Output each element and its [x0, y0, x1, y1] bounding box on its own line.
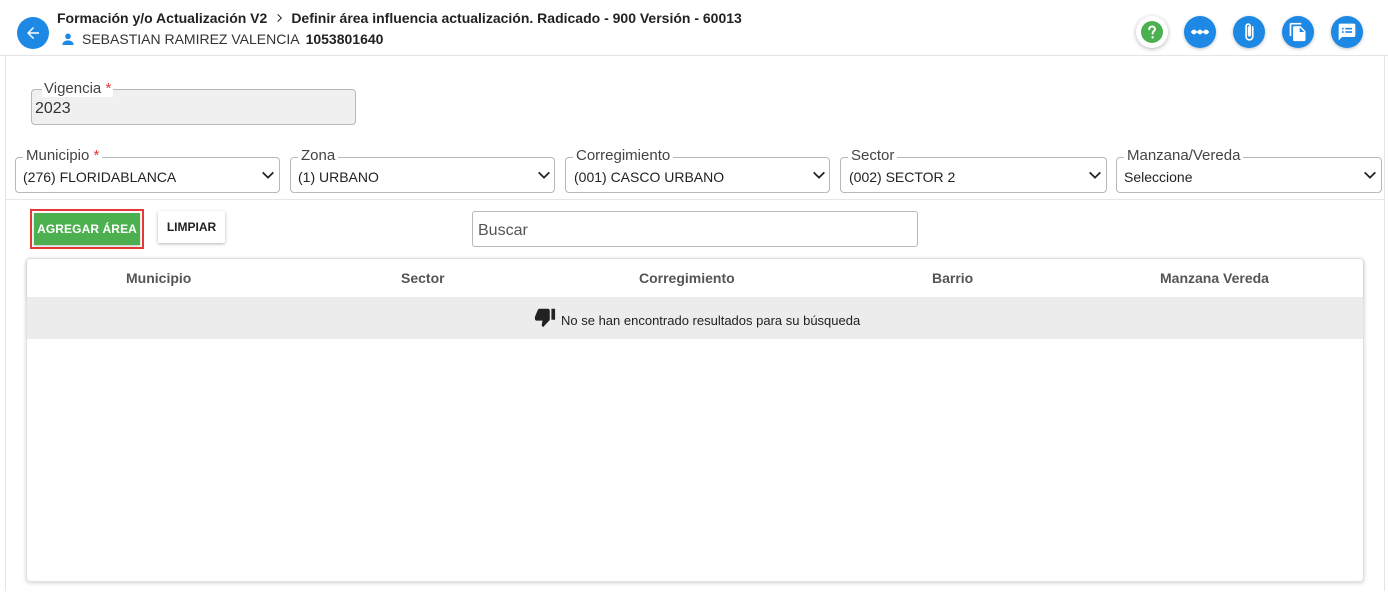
more-icon — [1191, 29, 1209, 35]
results-table: Municipio Sector Corregimiento Barrio Ma… — [26, 258, 1364, 582]
corregimiento-value: (001) CASCO URBANO — [574, 169, 725, 185]
chevron-down-icon — [538, 171, 550, 179]
documents-button[interactable] — [1282, 16, 1314, 48]
column-header-corregimiento[interactable]: Corregimiento — [639, 270, 735, 286]
more-button[interactable] — [1184, 16, 1216, 48]
thumb-down-icon — [534, 308, 556, 328]
user-name: SEBASTIAN RAMIREZ VALENCIA — [82, 31, 300, 47]
attachment-icon — [1245, 23, 1254, 41]
sector-value: (002) SECTOR 2 — [849, 169, 956, 185]
empty-message: No se han encontrado resultados para su … — [533, 306, 860, 328]
vigencia-label: Vigencia * — [42, 80, 114, 97]
user-id: 1053801640 — [305, 31, 384, 47]
chevron-down-icon — [262, 171, 274, 179]
column-header-municipio[interactable]: Municipio — [126, 270, 191, 286]
chevron-down-icon — [1089, 171, 1101, 179]
chevron-down-icon — [813, 171, 825, 179]
municipio-value: (276) FLORIDABLANCA — [23, 169, 177, 185]
help-button[interactable] — [1136, 16, 1168, 48]
zona-value: (1) URBANO — [298, 169, 379, 185]
sector-label: Sector — [848, 148, 898, 164]
documents-icon — [1289, 22, 1306, 42]
column-header-manzana-vereda[interactable]: Manzana Vereda — [1160, 270, 1269, 286]
municipio-label: Municipio * — [23, 148, 103, 164]
search-input[interactable] — [472, 211, 918, 247]
column-header-sector[interactable]: Sector — [401, 270, 445, 286]
column-header-barrio[interactable]: Barrio — [932, 270, 973, 286]
user-icon — [62, 33, 74, 45]
user-info: SEBASTIAN RAMIREZ VALENCIA 1053801640 — [60, 31, 383, 47]
breadcrumb-item-parent[interactable]: Formación y/o Actualización V2 — [57, 10, 267, 26]
table-header: Municipio Sector Corregimiento Barrio Ma… — [27, 259, 1363, 297]
manzana-vereda-value: Seleccione — [1124, 169, 1193, 185]
empty-message-text: No se han encontrado resultados para su … — [561, 313, 861, 328]
clear-button[interactable]: LIMPIAR — [158, 211, 225, 243]
chevron-right-icon — [273, 12, 285, 24]
vigencia-value: 2023 — [35, 100, 71, 117]
chevron-down-icon — [1364, 171, 1376, 179]
page-header: Formación y/o Actualización V2 Definir á… — [0, 0, 1388, 56]
comments-icon — [1338, 23, 1356, 41]
help-icon — [1141, 21, 1163, 43]
manzana-vereda-label: Manzana/Vereda — [1124, 148, 1244, 164]
corregimiento-label: Corregimiento — [573, 148, 674, 164]
add-area-button[interactable]: AGREGAR ÁREA — [34, 213, 140, 245]
back-button[interactable] — [17, 17, 49, 49]
empty-results-row: No se han encontrado resultados para su … — [27, 297, 1363, 339]
breadcrumb-item-current: Definir área influencia actualización. R… — [291, 10, 742, 26]
comments-button[interactable] — [1331, 16, 1363, 48]
breadcrumb: Formación y/o Actualización V2 Definir á… — [57, 10, 742, 26]
zona-label: Zona — [298, 148, 339, 164]
attachments-button[interactable] — [1233, 16, 1265, 48]
back-arrow-icon — [27, 27, 39, 39]
